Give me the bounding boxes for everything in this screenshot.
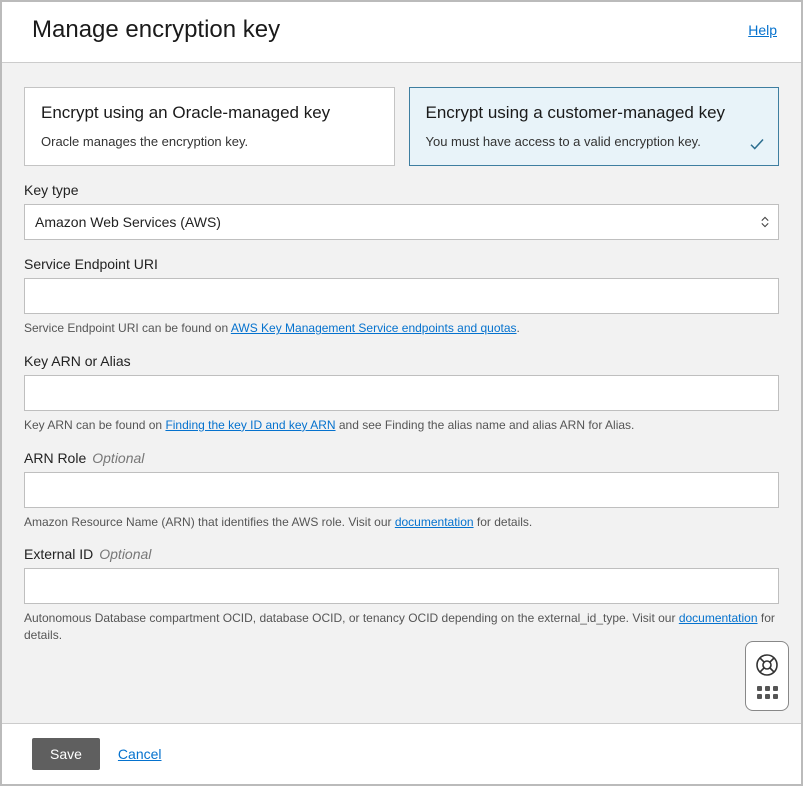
key-type-field: Key type Amazon Web Services (AWS) <box>24 182 779 240</box>
external-id-helper: Autonomous Database compartment OCID, da… <box>24 610 779 644</box>
customer-managed-card[interactable]: Encrypt using a customer-managed key You… <box>409 87 780 166</box>
external-id-helper-link[interactable]: documentation <box>679 611 758 625</box>
grip-icon <box>757 686 778 699</box>
help-widget-button[interactable] <box>745 641 789 711</box>
key-arn-label: Key ARN or Alias <box>24 353 779 369</box>
endpoint-label: Service Endpoint URI <box>24 256 779 272</box>
endpoint-input[interactable] <box>24 278 779 314</box>
endpoint-helper: Service Endpoint URI can be found on AWS… <box>24 320 779 337</box>
key-arn-helper: Key ARN can be found on Finding the key … <box>24 417 779 434</box>
card-title: Encrypt using a customer-managed key <box>426 102 763 124</box>
external-id-input[interactable] <box>24 568 779 604</box>
cancel-link[interactable]: Cancel <box>118 746 162 762</box>
key-arn-field: Key ARN or Alias Key ARN can be found on… <box>24 353 779 434</box>
key-type-label: Key type <box>24 182 779 198</box>
page-title: Manage encryption key <box>32 16 280 44</box>
arn-role-field: ARN RoleOptional Amazon Resource Name (A… <box>24 450 779 531</box>
card-desc: You must have access to a valid encrypti… <box>426 134 763 149</box>
save-button[interactable]: Save <box>32 738 100 770</box>
dialog-footer: Save Cancel <box>2 723 801 784</box>
arn-role-helper-link[interactable]: documentation <box>395 515 474 529</box>
arn-role-helper: Amazon Resource Name (ARN) that identifi… <box>24 514 779 531</box>
encryption-mode-cards: Encrypt using an Oracle-managed key Orac… <box>24 87 779 166</box>
help-link[interactable]: Help <box>748 22 777 38</box>
key-type-value: Amazon Web Services (AWS) <box>35 214 221 230</box>
external-id-label: External IDOptional <box>24 546 779 562</box>
optional-tag: Optional <box>92 450 144 466</box>
card-desc: Oracle manages the encryption key. <box>41 134 378 149</box>
key-arn-input[interactable] <box>24 375 779 411</box>
key-arn-helper-link[interactable]: Finding the key ID and key ARN <box>165 418 335 432</box>
manage-encryption-dialog: Manage encryption key Help Encrypt using… <box>0 0 803 786</box>
key-type-select[interactable]: Amazon Web Services (AWS) <box>24 204 779 240</box>
card-title: Encrypt using an Oracle-managed key <box>41 102 378 124</box>
optional-tag: Optional <box>99 546 151 562</box>
lifebuoy-icon <box>755 653 779 677</box>
arn-role-label: ARN RoleOptional <box>24 450 779 466</box>
dialog-body: Encrypt using an Oracle-managed key Orac… <box>2 63 801 723</box>
dialog-header: Manage encryption key Help <box>2 2 801 63</box>
endpoint-helper-link[interactable]: AWS Key Management Service endpoints and… <box>231 321 517 335</box>
arn-role-input[interactable] <box>24 472 779 508</box>
endpoint-field: Service Endpoint URI Service Endpoint UR… <box>24 256 779 337</box>
external-id-field: External IDOptional Autonomous Database … <box>24 546 779 644</box>
oracle-managed-card[interactable]: Encrypt using an Oracle-managed key Orac… <box>24 87 395 166</box>
check-icon <box>748 135 766 153</box>
